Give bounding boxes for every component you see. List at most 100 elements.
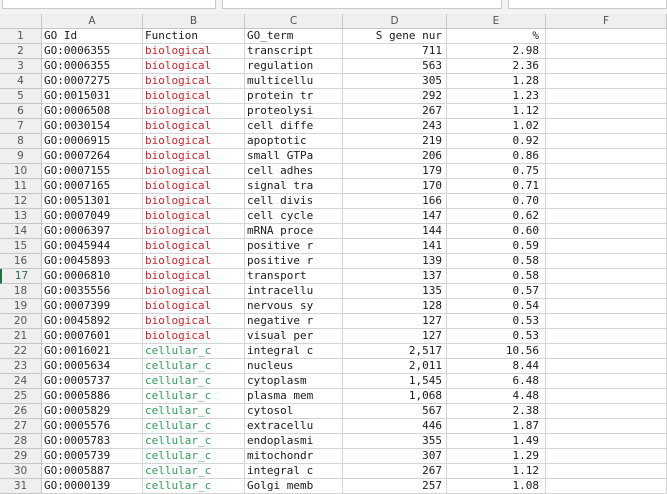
cell-go-id[interactable]: GO:0030154 xyxy=(42,119,143,134)
cell-gene-number[interactable]: 147 xyxy=(343,209,447,224)
row-number[interactable]: 20 xyxy=(0,314,42,329)
cell-function[interactable]: biological xyxy=(143,254,245,269)
cell-gene-number[interactable]: 219 xyxy=(343,134,447,149)
row-number[interactable]: 16 xyxy=(0,254,42,269)
row-number[interactable]: 11 xyxy=(0,179,42,194)
row-number[interactable]: 17 xyxy=(0,269,42,284)
cell-empty[interactable] xyxy=(546,314,667,329)
cell-percent[interactable]: 1.29 xyxy=(447,449,546,464)
cell-go-id[interactable]: GO:0007049 xyxy=(42,209,143,224)
row-number[interactable]: 9 xyxy=(0,149,42,164)
cell-gene-number[interactable]: 567 xyxy=(343,404,447,419)
cell-go-id[interactable]: GO:0005739 xyxy=(42,449,143,464)
cell-gene-number[interactable]: 135 xyxy=(343,284,447,299)
cell-empty[interactable] xyxy=(546,179,667,194)
cell-percent[interactable]: 6.48 xyxy=(447,374,546,389)
cell-percent[interactable]: 1.49 xyxy=(447,434,546,449)
cell-gene-number[interactable]: 711 xyxy=(343,44,447,59)
column-header-f[interactable]: F xyxy=(546,14,667,29)
cell-percent[interactable]: 0.57 xyxy=(447,284,546,299)
cell-function[interactable]: cellular_c xyxy=(143,464,245,479)
cell-go-id[interactable]: GO:0007165 xyxy=(42,179,143,194)
cell-function[interactable]: cellular_c xyxy=(143,344,245,359)
row-number[interactable]: 6 xyxy=(0,104,42,119)
cell-empty[interactable] xyxy=(546,449,667,464)
cell-function[interactable]: biological xyxy=(143,164,245,179)
cell-percent[interactable]: 0.70 xyxy=(447,194,546,209)
cell-gene-number[interactable]: 1,068 xyxy=(343,389,447,404)
cell-empty[interactable] xyxy=(546,404,667,419)
cell-function[interactable]: biological xyxy=(143,179,245,194)
cell-gene-number[interactable]: 2,011 xyxy=(343,359,447,374)
cell-go-id[interactable]: GO:0006355 xyxy=(42,59,143,74)
column-header-a[interactable]: A xyxy=(42,14,143,29)
column-header-e[interactable]: E xyxy=(447,14,546,29)
cell-percent[interactable]: 0.75 xyxy=(447,164,546,179)
cell-empty[interactable] xyxy=(546,359,667,374)
cell-go-id[interactable]: GO:0015031 xyxy=(42,89,143,104)
cell-percent[interactable]: % xyxy=(447,29,546,44)
cell-gene-number[interactable]: 128 xyxy=(343,299,447,314)
cell-gene-number[interactable]: 144 xyxy=(343,224,447,239)
cell-function[interactable]: biological xyxy=(143,299,245,314)
cell-function[interactable]: biological xyxy=(143,329,245,344)
cell-go-term[interactable]: intracellu xyxy=(245,284,343,299)
formula-bar-right[interactable] xyxy=(508,0,667,9)
cell-gene-number[interactable]: 267 xyxy=(343,464,447,479)
cell-percent[interactable]: 8.44 xyxy=(447,359,546,374)
cell-go-term[interactable]: transport xyxy=(245,269,343,284)
cell-function[interactable]: cellular_c xyxy=(143,404,245,419)
cell-gene-number[interactable]: S gene nur xyxy=(343,29,447,44)
row-number[interactable]: 1 xyxy=(0,29,42,44)
cell-go-term[interactable]: protein tr xyxy=(245,89,343,104)
cell-go-id[interactable]: GO:0007275 xyxy=(42,74,143,89)
cell-go-term[interactable]: multicellu xyxy=(245,74,343,89)
cell-go-id[interactable]: GO:0006355 xyxy=(42,44,143,59)
cell-percent[interactable]: 1.12 xyxy=(447,104,546,119)
cell-empty[interactable] xyxy=(546,194,667,209)
cell-empty[interactable] xyxy=(546,119,667,134)
cell-go-id[interactable]: GO:0005886 xyxy=(42,389,143,404)
cell-function[interactable]: biological xyxy=(143,89,245,104)
cell-function[interactable]: cellular_c xyxy=(143,389,245,404)
cell-empty[interactable] xyxy=(546,209,667,224)
cell-percent[interactable]: 2.38 xyxy=(447,404,546,419)
row-number[interactable]: 31 xyxy=(0,479,42,494)
row-number[interactable]: 23 xyxy=(0,359,42,374)
cell-go-id[interactable]: GO:0006810 xyxy=(42,269,143,284)
cell-function[interactable]: cellular_c xyxy=(143,359,245,374)
cell-percent[interactable]: 2.98 xyxy=(447,44,546,59)
cell-empty[interactable] xyxy=(546,434,667,449)
cell-empty[interactable] xyxy=(546,89,667,104)
cell-function[interactable]: biological xyxy=(143,134,245,149)
cell-function[interactable]: cellular_c xyxy=(143,374,245,389)
cell-function[interactable]: biological xyxy=(143,104,245,119)
cell-empty[interactable] xyxy=(546,419,667,434)
cell-gene-number[interactable]: 563 xyxy=(343,59,447,74)
cell-percent[interactable]: 1.08 xyxy=(447,479,546,494)
cell-function[interactable]: biological xyxy=(143,119,245,134)
cell-gene-number[interactable]: 2,517 xyxy=(343,344,447,359)
cell-empty[interactable] xyxy=(546,104,667,119)
cell-empty[interactable] xyxy=(546,74,667,89)
cell-go-id[interactable]: GO:0000139 xyxy=(42,479,143,494)
cell-percent[interactable]: 0.53 xyxy=(447,329,546,344)
cell-go-term[interactable]: apoptotic xyxy=(245,134,343,149)
row-number[interactable]: 12 xyxy=(0,194,42,209)
cell-percent[interactable]: 0.59 xyxy=(447,239,546,254)
row-number[interactable]: 18 xyxy=(0,284,42,299)
cell-function[interactable]: biological xyxy=(143,74,245,89)
cell-gene-number[interactable]: 307 xyxy=(343,449,447,464)
cell-go-id[interactable]: GO:0006508 xyxy=(42,104,143,119)
cell-empty[interactable] xyxy=(546,149,667,164)
cell-empty[interactable] xyxy=(546,164,667,179)
row-number[interactable]: 10 xyxy=(0,164,42,179)
cell-go-term[interactable]: proteolysi xyxy=(245,104,343,119)
row-number[interactable]: 25 xyxy=(0,389,42,404)
row-number[interactable]: 26 xyxy=(0,404,42,419)
cell-function[interactable]: cellular_c xyxy=(143,479,245,494)
cell-go-term[interactable]: Golgi memb xyxy=(245,479,343,494)
row-number[interactable]: 15 xyxy=(0,239,42,254)
cell-percent[interactable]: 0.54 xyxy=(447,299,546,314)
cell-empty[interactable] xyxy=(546,344,667,359)
